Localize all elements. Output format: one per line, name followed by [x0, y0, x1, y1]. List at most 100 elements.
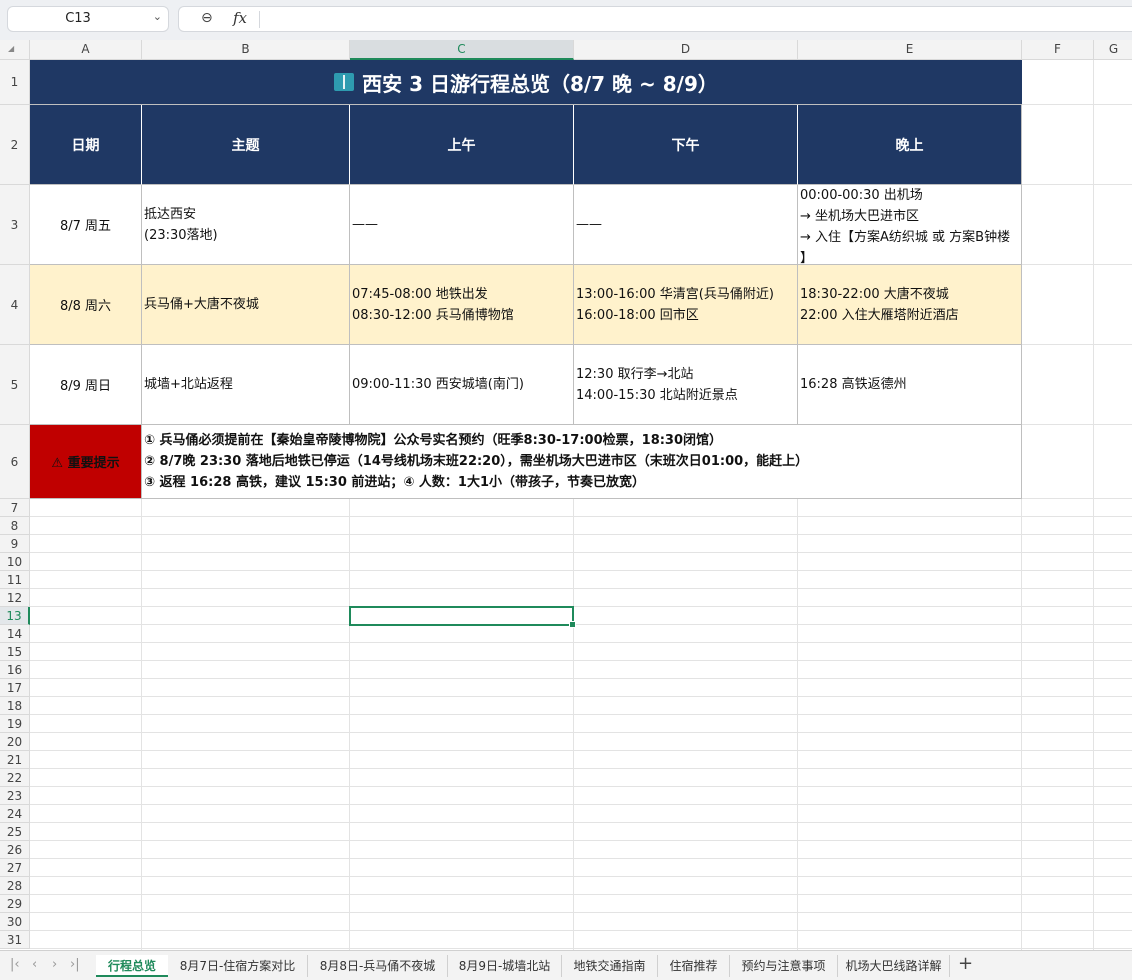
- cell-date[interactable]: 8/7 周五: [30, 185, 142, 265]
- note-line: ③ 返程 16:28 高铁，建议 15:30 前进站；④ 人数：1大1小（带孩子…: [144, 475, 646, 490]
- row-header[interactable]: 28: [0, 877, 30, 895]
- cell-line: 16:28 高铁返德州: [800, 377, 907, 392]
- active-cell-selection[interactable]: [349, 606, 576, 628]
- sheet-tab-bar: |‹ ‹ › ›| 行程总览 8月7日-住宿方案对比 8月8日-兵马俑不夜城 8…: [0, 950, 1132, 980]
- row-header[interactable]: 7: [0, 499, 30, 517]
- tab-booking-notes[interactable]: 预约与注意事项: [730, 955, 838, 977]
- name-box[interactable]: C13 ⌄: [7, 6, 169, 32]
- row-header[interactable]: 12: [0, 589, 30, 607]
- col-header-a[interactable]: A: [30, 40, 142, 60]
- row-header[interactable]: 25: [0, 823, 30, 841]
- row-header[interactable]: 2: [0, 105, 30, 185]
- notes-cell[interactable]: ① 兵马俑必须提前在【秦始皇帝陵博物院】公众号实名预约（旺季8:30-17:00…: [142, 425, 1022, 499]
- row-header[interactable]: 10: [0, 553, 30, 571]
- cell-line: 12:30 取行李→北站: [576, 366, 694, 382]
- gridline: [30, 894, 1132, 895]
- cell-date[interactable]: 8/9 周日: [30, 345, 142, 425]
- tab-metro-guide[interactable]: 地铁交通指南: [562, 955, 658, 977]
- formula-input[interactable]: ⊖ fx: [178, 6, 1132, 32]
- row-header[interactable]: 23: [0, 787, 30, 805]
- header-evening[interactable]: 晚上: [798, 105, 1022, 185]
- gridline: [30, 732, 1132, 733]
- row-header[interactable]: 4: [0, 265, 30, 345]
- col-header-g[interactable]: G: [1094, 40, 1132, 60]
- cell-theme[interactable]: 城墙+北站返程: [142, 345, 350, 425]
- row-header[interactable]: 11: [0, 571, 30, 589]
- row-header[interactable]: 18: [0, 697, 30, 715]
- cell-theme[interactable]: 抵达西安 (23:30落地): [142, 185, 350, 265]
- cell-afternoon[interactable]: 13:00-16:00 华清宫(兵马俑附近) 16:00-18:00 回市区: [574, 265, 798, 345]
- cell-afternoon[interactable]: 12:30 取行李→北站 14:00-15:30 北站附近景点: [574, 345, 798, 425]
- gridline: [30, 822, 1132, 823]
- gridline: [30, 588, 1132, 589]
- add-sheet-icon[interactable]: +: [958, 953, 973, 974]
- row-header[interactable]: 1: [0, 60, 30, 105]
- header-morning[interactable]: 上午: [350, 105, 574, 185]
- row-header[interactable]: 26: [0, 841, 30, 859]
- next-sheet-icon[interactable]: ›: [52, 957, 57, 972]
- last-sheet-icon[interactable]: ›|: [70, 957, 80, 972]
- header-afternoon[interactable]: 下午: [574, 105, 798, 185]
- row-header[interactable]: 13: [0, 607, 30, 625]
- row-header[interactable]: 16: [0, 661, 30, 679]
- sheet-title-text: 西安 3 日游行程总览（8/7 晚 ~ 8/9）: [362, 71, 718, 96]
- col-header-d[interactable]: D: [574, 40, 798, 60]
- row-header[interactable]: 6: [0, 425, 30, 499]
- row-header[interactable]: 22: [0, 769, 30, 787]
- select-all-corner[interactable]: ◢: [0, 40, 30, 60]
- tab-aug8-terracotta[interactable]: 8月8日-兵马俑不夜城: [308, 955, 448, 977]
- row-header[interactable]: 30: [0, 913, 30, 931]
- sheet-title[interactable]: 西安 3 日游行程总览（8/7 晚 ~ 8/9）: [30, 60, 1022, 105]
- row-header[interactable]: 8: [0, 517, 30, 535]
- row-header[interactable]: 15: [0, 643, 30, 661]
- cell-date[interactable]: 8/8 周六: [30, 265, 142, 345]
- cell-afternoon[interactable]: ——: [574, 185, 798, 265]
- row-header[interactable]: 9: [0, 535, 30, 553]
- cell-morning[interactable]: 07:45-08:00 地铁出发 08:30-12:00 兵马俑博物馆: [350, 265, 574, 345]
- chevron-down-icon[interactable]: ⌄: [153, 10, 162, 23]
- row-header[interactable]: 27: [0, 859, 30, 877]
- cell-line: 】: [800, 251, 814, 265]
- cell-line: 城墙+北站返程: [144, 377, 233, 392]
- tab-aug9-citywall[interactable]: 8月9日-城墙北站: [448, 955, 562, 977]
- col-header-e[interactable]: E: [798, 40, 1022, 60]
- cell-morning[interactable]: ——: [350, 185, 574, 265]
- row-header[interactable]: 20: [0, 733, 30, 751]
- cell-morning[interactable]: 09:00-11:30 西安城墙(南门): [350, 345, 574, 425]
- row-header[interactable]: 21: [0, 751, 30, 769]
- header-date[interactable]: 日期: [30, 105, 142, 185]
- warning-label[interactable]: ⚠ 重要提示: [30, 425, 142, 499]
- col-header-c[interactable]: C: [350, 40, 574, 60]
- gridline: [1022, 424, 1132, 425]
- tab-itinerary-overview[interactable]: 行程总览: [96, 955, 168, 977]
- row-header[interactable]: 31: [0, 931, 30, 949]
- cell-evening[interactable]: 16:28 高铁返德州: [798, 345, 1022, 425]
- cell-line: 兵马俑+大唐不夜城: [144, 297, 259, 312]
- fx-icon[interactable]: fx: [233, 9, 247, 27]
- zoom-icon[interactable]: ⊖: [201, 10, 213, 26]
- tab-aug7-lodging[interactable]: 8月7日-住宿方案对比: [168, 955, 308, 977]
- prev-sheet-icon[interactable]: ‹: [32, 957, 37, 972]
- cell-theme[interactable]: 兵马俑+大唐不夜城: [142, 265, 350, 345]
- gridline: [30, 534, 1132, 535]
- gridline: [141, 499, 142, 950]
- header-theme[interactable]: 主题: [142, 105, 350, 185]
- row-header[interactable]: 14: [0, 625, 30, 643]
- tab-airport-bus[interactable]: 机场大巴线路详解: [838, 955, 950, 977]
- tab-lodging[interactable]: 住宿推荐: [658, 955, 730, 977]
- row-header[interactable]: 5: [0, 345, 30, 425]
- cell-evening[interactable]: 00:00-00:30 出机场 → 坐机场大巴进市区 → 入住【方案A纺织城 或…: [798, 185, 1022, 265]
- col-header-b[interactable]: B: [142, 40, 350, 60]
- first-sheet-icon[interactable]: |‹: [10, 957, 20, 972]
- spreadsheet-grid[interactable]: ◢ A B C D E F G 1 2 3 4 5 6 7 8 9 10 11 12 13 14 15 16 1…: [0, 40, 1132, 950]
- gridline: [30, 786, 1132, 787]
- row-header[interactable]: 3: [0, 185, 30, 265]
- row-header[interactable]: 24: [0, 805, 30, 823]
- row-header[interactable]: 17: [0, 679, 30, 697]
- col-header-f[interactable]: F: [1022, 40, 1094, 60]
- cell-evening[interactable]: 18:30-22:00 大唐不夜城 22:00 入住大雁塔附近酒店: [798, 265, 1022, 345]
- note-line: ② 8/7晚 23:30 落地后地铁已停运（14号线机场末班22:20），需坐机…: [144, 454, 809, 469]
- cell-line: → 入住【方案A纺织城 或 方案B钟楼: [800, 230, 1011, 245]
- row-header[interactable]: 19: [0, 715, 30, 733]
- row-header[interactable]: 29: [0, 895, 30, 913]
